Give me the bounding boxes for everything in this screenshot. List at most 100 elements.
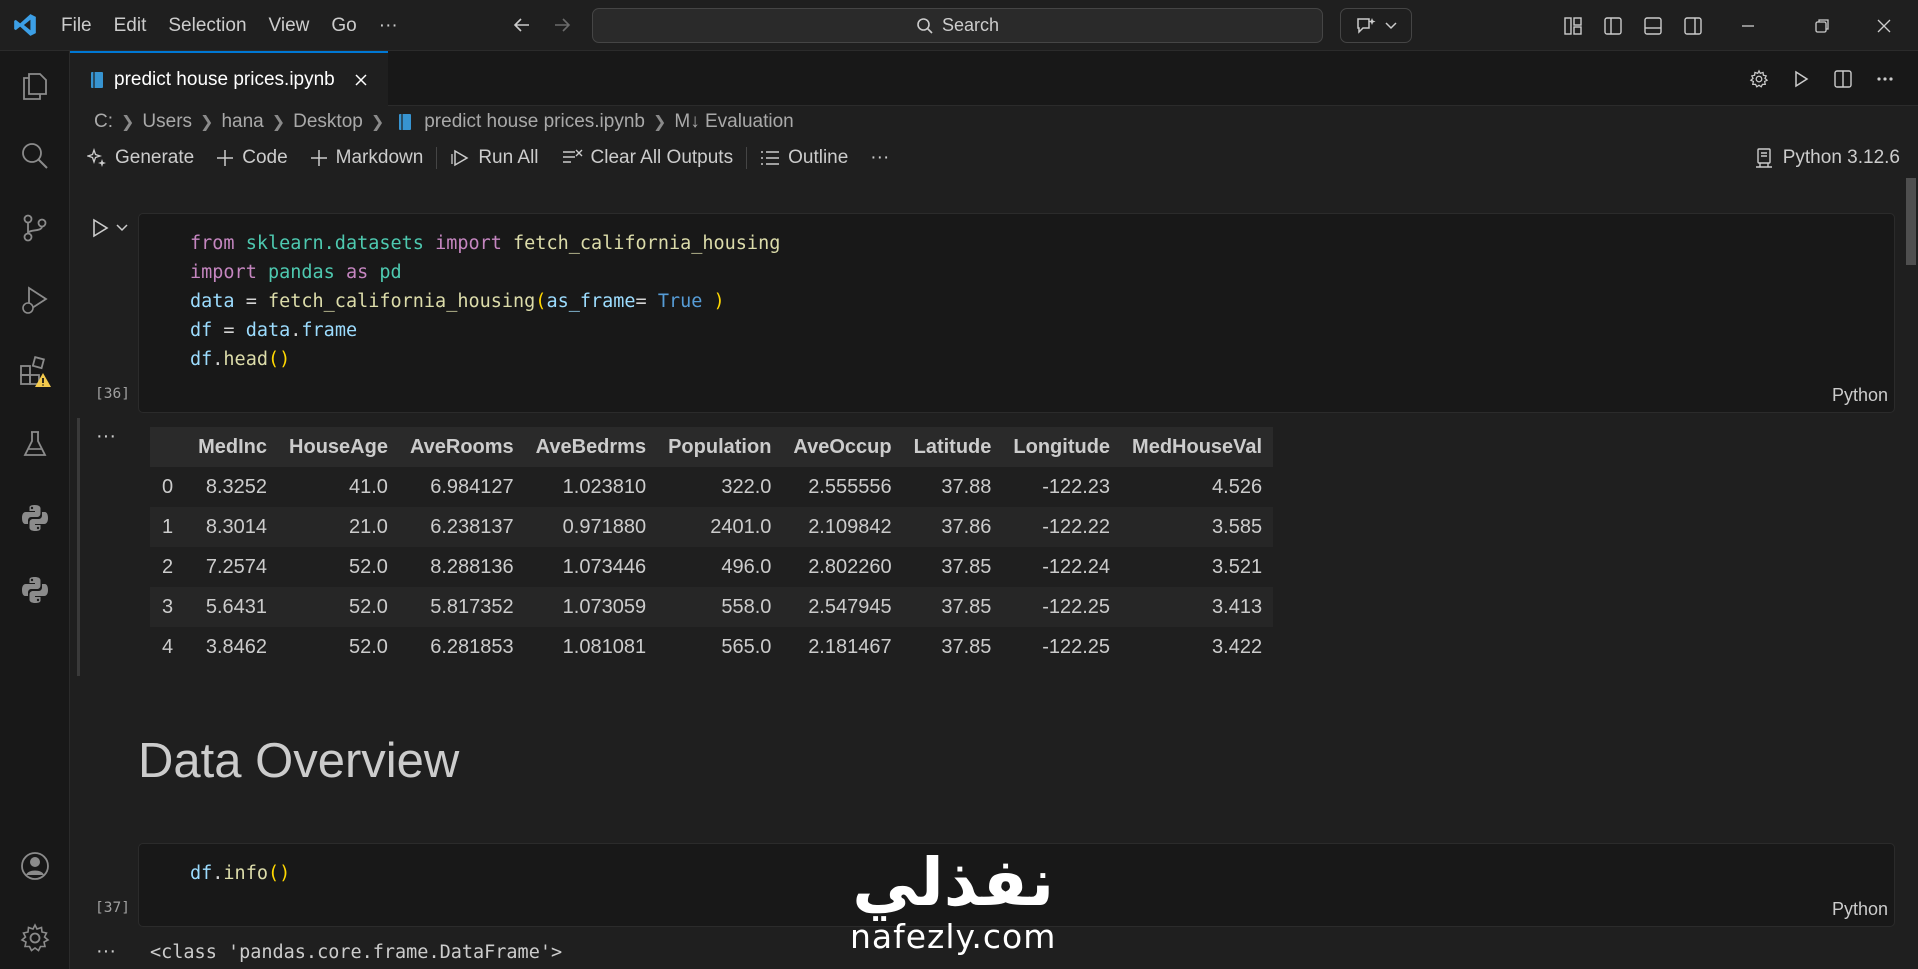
execution-count: [37] (95, 900, 130, 916)
watermark: نفذلي nafezly.com (850, 848, 1056, 956)
menu-file[interactable]: File (50, 0, 103, 51)
menu-selection[interactable]: Selection (157, 0, 257, 51)
toggle-panel-icon[interactable] (1633, 0, 1673, 51)
chevron-right-icon: ❯ (370, 114, 385, 131)
table-row: 4 3.8462 52.0 6.281853 1.081081 565.0 2.181467… (150, 627, 1273, 667)
more-actions-icon[interactable] (1866, 60, 1904, 98)
toggle-secondary-sidebar-icon[interactable] (1673, 0, 1713, 51)
extensions-warning-icon[interactable] (0, 337, 70, 407)
cell-language[interactable]: Python (1832, 385, 1888, 406)
more-label: ··· (870, 147, 890, 168)
python-icon[interactable] (0, 483, 70, 553)
table-cell: 558.0 (657, 587, 783, 627)
source-control-icon[interactable] (0, 193, 70, 263)
breadcrumb-item[interactable]: predict house prices.ipynb (424, 111, 645, 133)
split-editor-icon[interactable] (1824, 60, 1862, 98)
table-cell: 52.0 (278, 587, 399, 627)
customize-layout-icon[interactable] (1553, 0, 1593, 51)
breadcrumb-item[interactable]: C: (94, 111, 113, 133)
notebook-settings-gear-icon[interactable] (1740, 60, 1778, 98)
editor-scrollbar[interactable] (1904, 178, 1918, 969)
scrollbar-thumb[interactable] (1906, 178, 1916, 265)
close-window-icon[interactable] (1853, 0, 1915, 51)
generate-button[interactable]: Generate (70, 140, 205, 176)
add-code-cell-button[interactable]: Code (205, 140, 298, 176)
python-environments-icon[interactable] (0, 555, 70, 625)
menu-view[interactable]: View (258, 0, 321, 51)
table-cell: 5.6431 (187, 587, 279, 627)
table-cell: 3.413 (1121, 587, 1274, 627)
table-cell: 2.181467 (808, 635, 892, 658)
output-collapse-bar[interactable] (77, 418, 80, 676)
kernel-label: Python 3.12.6 (1782, 147, 1900, 168)
chevron-down-icon[interactable] (116, 224, 128, 232)
code-cell[interactable]: from sklearn.datasets import fetch_calif… (138, 213, 1895, 413)
table-cell: 8.3252 (205, 475, 268, 498)
code-editor[interactable]: from sklearn.datasets import fetch_calif… (190, 229, 780, 374)
row-index: 4 (162, 635, 174, 658)
column-header: Population (657, 427, 783, 467)
menu-more[interactable]: ··· (368, 0, 409, 51)
breadcrumb-item[interactable]: Desktop (293, 111, 363, 133)
clear-outputs-label: Clear All Outputs (590, 147, 734, 168)
notebook-file-icon (91, 71, 103, 88)
chevron-right-icon: ❯ (200, 114, 214, 131)
search-view-icon[interactable] (0, 121, 70, 191)
more-toolbar-actions[interactable]: ··· (859, 140, 900, 176)
run-all-button[interactable]: Run All (439, 140, 549, 176)
markdown-heading[interactable]: Data Overview (138, 733, 459, 789)
table-cell: 2.109842 (782, 507, 903, 547)
close-icon[interactable] (353, 72, 369, 88)
table-cell: 2.547945 (782, 587, 903, 627)
column-header: HouseAge (278, 427, 399, 467)
kernel-picker[interactable]: Python 3.12.6 (1755, 138, 1900, 178)
vscode-logo-icon[interactable] (0, 0, 50, 51)
table-cell: 6.238137 (398, 507, 525, 547)
table-cell: 1.073059 (524, 587, 658, 627)
clear-all-outputs-button[interactable]: Clear All Outputs (550, 140, 745, 176)
column-header: MedHouseVal (1121, 427, 1274, 467)
explorer-icon[interactable] (0, 51, 70, 121)
breadcrumb-item[interactable]: M↓ Evaluation (674, 111, 793, 133)
column-header: AveRooms (398, 427, 525, 467)
code-line[interactable]: import pandas as pd (190, 258, 780, 287)
markdown-label: Markdown (335, 147, 424, 168)
code-line[interactable]: from sklearn.datasets import fetch_calif… (190, 229, 780, 258)
code-line[interactable]: df = data.frame (190, 316, 780, 345)
menu-go[interactable]: Go (320, 0, 367, 51)
toggle-primary-sidebar-icon[interactable] (1593, 0, 1633, 51)
cell-language[interactable]: Python (1832, 899, 1888, 920)
editor-tabs: predict house prices.ipynb (70, 51, 1918, 106)
title-bar: File Edit Selection View Go ··· Search (0, 0, 1918, 51)
table-cell: 3.585 (1121, 507, 1274, 547)
table-cell: -122.25 (1002, 587, 1122, 627)
accounts-icon[interactable] (0, 831, 70, 901)
restore-icon[interactable] (1791, 0, 1853, 51)
code-line[interactable]: data = fetch_california_housing(as_frame… (190, 287, 780, 316)
add-markdown-cell-button[interactable]: Markdown (299, 140, 435, 176)
breadcrumb-item[interactable]: hana (221, 111, 263, 133)
code-line[interactable]: df.head() (190, 345, 780, 374)
menu-edit[interactable]: Edit (103, 0, 158, 51)
manage-gear-icon[interactable] (0, 903, 70, 969)
run-cell-icon[interactable] (90, 218, 110, 238)
output-more-button[interactable]: ··· (96, 940, 116, 963)
tab-title: predict house prices.ipynb (114, 68, 335, 90)
chat-sparkle-icon (1357, 17, 1376, 34)
copilot-chat-button[interactable] (1340, 8, 1412, 43)
text-output: <class 'pandas.core.frame.DataFrame'> (150, 942, 563, 963)
run-debug-icon[interactable] (0, 265, 70, 335)
column-header: Longitude (1002, 427, 1122, 467)
breadcrumb-item[interactable]: Users (142, 111, 192, 133)
run-play-icon[interactable] (1782, 60, 1820, 98)
code-editor[interactable]: df.info() (190, 859, 290, 888)
outline-button[interactable]: Outline (749, 140, 859, 176)
testing-icon[interactable] (0, 409, 70, 479)
code-line[interactable]: df.info() (190, 859, 290, 888)
minimize-icon[interactable] (1725, 0, 1771, 51)
tab-predict-house-prices[interactable]: predict house prices.ipynb (70, 51, 388, 106)
forward-arrow-icon[interactable] (542, 5, 582, 45)
output-more-button[interactable]: ··· (96, 425, 116, 448)
command-center-search[interactable]: Search (592, 8, 1323, 43)
back-arrow-icon[interactable] (502, 5, 542, 45)
